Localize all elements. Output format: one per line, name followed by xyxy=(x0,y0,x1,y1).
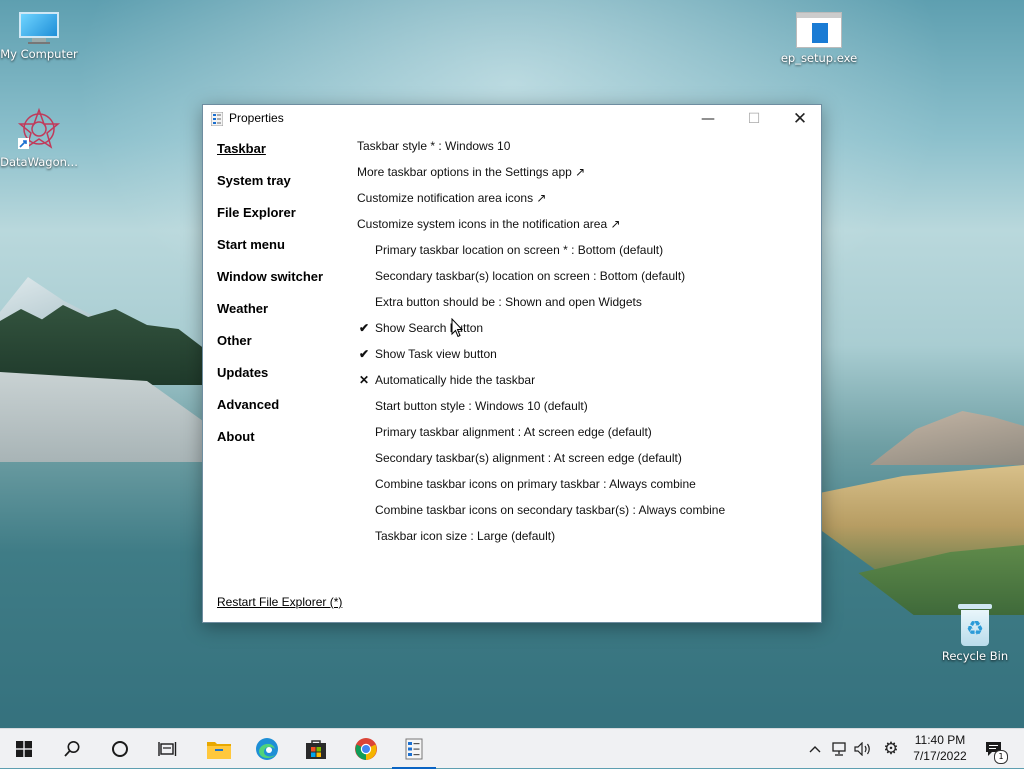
desktop-icon-my-computer[interactable]: My Computer xyxy=(0,12,79,61)
show-hidden-icons-button[interactable] xyxy=(804,729,826,769)
desktop-icon-label: Recycle Bin xyxy=(941,649,1009,663)
sidebar-item-other[interactable]: Other xyxy=(217,333,357,365)
chrome-button[interactable] xyxy=(342,729,390,769)
recycle-bin-icon: ♻ xyxy=(958,604,992,646)
settings-button[interactable]: ⚙ xyxy=(879,729,903,769)
option-primary-alignment[interactable]: Primary taskbar alignment : At screen ed… xyxy=(357,423,817,449)
option-notification-icons-link[interactable]: Customize notification area icons ↗ xyxy=(357,189,817,215)
sidebar-item-updates[interactable]: Updates xyxy=(217,365,357,397)
option-secondary-alignment[interactable]: Secondary taskbar(s) alignment : At scre… xyxy=(357,449,817,475)
edge-button[interactable] xyxy=(243,729,291,769)
option-combine-primary[interactable]: Combine taskbar icons on primary taskbar… xyxy=(357,475,817,501)
minimize-button[interactable]: — xyxy=(685,105,731,133)
option-auto-hide[interactable]: ✕ Automatically hide the taskbar xyxy=(357,371,817,397)
network-button[interactable] xyxy=(828,729,850,769)
volume-icon xyxy=(854,742,870,756)
properties-window: Properties — ☐ ✕ Taskbar System tray Fil… xyxy=(202,104,822,623)
option-taskbar-style[interactable]: Taskbar style * : Windows 10 xyxy=(357,137,817,163)
desktop-icon-label: ep_setup.exe xyxy=(780,51,858,65)
clock-date: 7/17/2022 xyxy=(913,749,967,763)
option-settings-app-link[interactable]: More taskbar options in the Settings app… xyxy=(357,163,817,189)
desktop-icon-datawagon[interactable]: DataWagon... xyxy=(0,106,79,169)
option-extra-button[interactable]: Extra button should be : Shown and open … xyxy=(357,293,817,319)
sidebar-item-advanced[interactable]: Advanced xyxy=(217,397,357,429)
monitor-icon xyxy=(19,12,59,44)
file-explorer-icon xyxy=(207,742,231,759)
start-button[interactable] xyxy=(0,729,48,769)
taskbar-search-button[interactable] xyxy=(48,729,96,769)
store-icon xyxy=(306,740,326,759)
exe-icon xyxy=(796,12,842,48)
properties-app-icon xyxy=(405,738,423,760)
chevron-up-icon xyxy=(809,746,821,753)
option-system-icons-link[interactable]: Customize system icons in the notificati… xyxy=(357,215,817,241)
sidebar-item-window-switcher[interactable]: Window switcher xyxy=(217,269,357,301)
desktop-icon-recycle-bin[interactable]: ♻ Recycle Bin xyxy=(935,604,1015,663)
desktop-icon-ep-setup[interactable]: ep_setup.exe xyxy=(779,12,859,65)
datawagon-icon xyxy=(16,106,62,152)
cortana-icon xyxy=(112,741,128,757)
task-view-icon xyxy=(158,742,177,756)
sidebar-item-taskbar[interactable]: Taskbar xyxy=(217,141,357,173)
mouse-cursor-icon xyxy=(451,318,463,338)
sidebar-item-weather[interactable]: Weather xyxy=(217,301,357,333)
sidebar-item-start-menu[interactable]: Start menu xyxy=(217,237,357,269)
store-button[interactable] xyxy=(292,729,340,769)
sidebar-item-system-tray[interactable]: System tray xyxy=(217,173,357,205)
file-explorer-button[interactable] xyxy=(195,729,243,769)
cross-mark-icon: ✕ xyxy=(359,373,370,387)
properties-app-icon xyxy=(211,112,223,126)
restart-file-explorer-link[interactable]: Restart File Explorer (*) xyxy=(217,595,342,609)
option-primary-location[interactable]: Primary taskbar location on screen * : B… xyxy=(357,241,817,267)
action-center-button[interactable]: 1 xyxy=(980,729,1008,769)
option-icon-size[interactable]: Taskbar icon size : Large (default) xyxy=(357,527,817,553)
window-title: Properties xyxy=(229,111,284,125)
settings-gear-icon: ⚙ xyxy=(883,739,899,759)
desktop-icon-label: DataWagon... xyxy=(0,155,78,169)
taskbar-clock[interactable]: 11:40 PM 7/17/2022 xyxy=(904,732,976,764)
chrome-icon xyxy=(355,738,377,760)
volume-button[interactable] xyxy=(852,729,874,769)
option-show-search[interactable]: ✔ Show Search button xyxy=(357,319,817,345)
properties-taskbar-button[interactable] xyxy=(390,729,438,769)
close-button[interactable]: ✕ xyxy=(777,105,823,133)
notification-count-badge: 1 xyxy=(994,750,1008,764)
network-icon xyxy=(832,742,846,756)
taskbar: ⚙ 11:40 PM 7/17/2022 1 xyxy=(0,728,1024,769)
checkmark-icon: ✔ xyxy=(359,321,370,335)
checkmark-icon: ✔ xyxy=(359,347,370,361)
option-secondary-location[interactable]: Secondary taskbar(s) location on screen … xyxy=(357,267,817,293)
task-view-button[interactable] xyxy=(144,729,192,769)
taskbar-options-list: Taskbar style * : Windows 10 More taskba… xyxy=(357,137,817,553)
edge-icon xyxy=(256,738,278,760)
option-start-button-style[interactable]: Start button style : Windows 10 (default… xyxy=(357,397,817,423)
sidebar-item-about[interactable]: About xyxy=(217,429,357,461)
sidebar-item-file-explorer[interactable]: File Explorer xyxy=(217,205,357,237)
clock-time: 11:40 PM xyxy=(914,733,966,747)
cortana-button[interactable] xyxy=(96,729,144,769)
option-show-task-view[interactable]: ✔ Show Task view button xyxy=(357,345,817,371)
search-icon xyxy=(64,741,80,757)
windows-start-icon xyxy=(16,741,32,757)
maximize-button[interactable]: ☐ xyxy=(731,105,777,133)
sidebar-nav: Taskbar System tray File Explorer Start … xyxy=(217,141,357,461)
title-bar[interactable]: Properties — ☐ ✕ xyxy=(203,105,821,133)
option-combine-secondary[interactable]: Combine taskbar icons on secondary taskb… xyxy=(357,501,817,527)
desktop-icon-label: My Computer xyxy=(0,47,78,61)
